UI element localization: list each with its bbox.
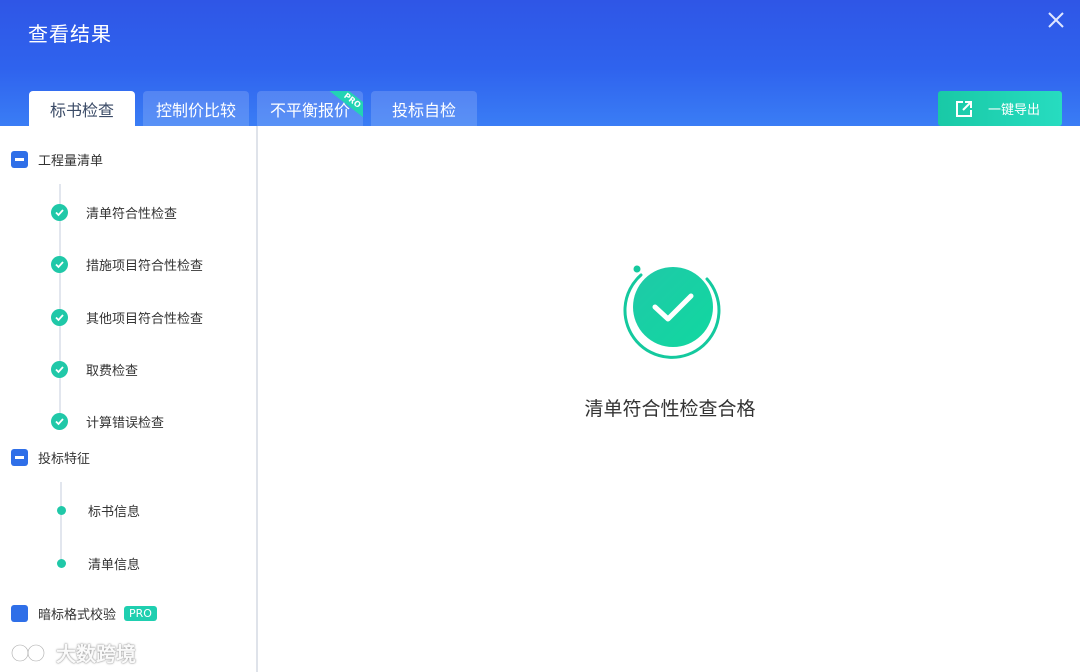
- collapse-icon[interactable]: [11, 151, 28, 168]
- check-circle-icon: [51, 204, 68, 221]
- tree-item[interactable]: 清单信息: [53, 554, 140, 573]
- dot-icon: [57, 559, 66, 568]
- check-circle-icon: [51, 361, 68, 378]
- group-label: 工程量清单: [38, 154, 104, 169]
- collapse-icon[interactable]: [11, 449, 28, 466]
- check-circle-icon: [51, 256, 68, 273]
- tree-item-label: 清单符合性检查: [86, 207, 178, 222]
- group-bid-features[interactable]: 投标特征: [11, 448, 90, 467]
- check-circle-icon: [51, 413, 68, 430]
- tree-item[interactable]: 清单符合性检查: [51, 203, 177, 222]
- tree-item-label: 措施项目符合性检查: [86, 259, 204, 274]
- checkbox-icon[interactable]: [11, 605, 28, 622]
- check-circle-icon: [51, 309, 68, 326]
- tab-unbalanced-quote[interactable]: 不平衡报价 PRO: [257, 91, 363, 126]
- tree-item[interactable]: 取费检查: [51, 360, 138, 379]
- export-icon: [956, 100, 972, 117]
- dot-icon: [57, 506, 66, 515]
- tree-item-label: 标书信息: [88, 505, 141, 520]
- tree-item[interactable]: 标书信息: [53, 501, 140, 520]
- tree-item[interactable]: 措施项目符合性检查: [51, 255, 203, 274]
- tab-control-price-compare[interactable]: 控制价比较: [143, 91, 249, 126]
- window-header: 查看结果 标书检查 控制价比较 不平衡报价 PRO 投标自检 一键导出: [0, 0, 1080, 126]
- tree-item-label: 其他项目符合性检查: [86, 312, 204, 327]
- tree-item-label: 清单信息: [88, 558, 141, 573]
- tab-label: 控制价比较: [155, 100, 236, 120]
- watermark-logo-icon: [10, 643, 46, 662]
- close-button[interactable]: [1042, 6, 1070, 34]
- window-title: 查看结果: [28, 22, 112, 46]
- tab-label: 不平衡报价: [269, 100, 350, 120]
- tab-label: 投标自检: [391, 100, 456, 120]
- watermark-text: 大数跨境: [56, 642, 136, 666]
- result-panel: 清单符合性检查合格: [260, 126, 1080, 672]
- group-label: 投标特征: [38, 452, 91, 467]
- tab-label: 标书检查: [49, 100, 114, 120]
- export-button[interactable]: 一键导出: [938, 91, 1062, 126]
- group-bill-of-quantities[interactable]: 工程量清单: [11, 150, 103, 169]
- result-message: 清单符合性检查合格: [584, 398, 756, 420]
- check-tree-sidebar: 工程量清单 清单符合性检查 措施项目符合性检查 其他项目符合性检查 取费检查 计…: [0, 126, 258, 672]
- tree-item[interactable]: 其他项目符合性检查: [51, 308, 203, 327]
- tree-item-label: 计算错误检查: [86, 416, 165, 431]
- group-label: 暗标格式校验: [38, 608, 117, 623]
- watermark: 大数跨境: [10, 638, 136, 667]
- tab-bid-self-check[interactable]: 投标自检: [371, 91, 477, 126]
- success-check-icon: [623, 265, 721, 359]
- tree-connector: [60, 482, 62, 562]
- close-icon: [1048, 12, 1064, 28]
- tree-item-label: 取费检查: [86, 364, 139, 379]
- tree-item[interactable]: 计算错误检查: [51, 412, 164, 431]
- tab-bid-check[interactable]: 标书检查: [29, 91, 135, 126]
- group-dark-bid-format[interactable]: 暗标格式校验 PRO: [11, 604, 157, 623]
- export-label: 一键导出: [988, 103, 1041, 118]
- pro-badge: PRO: [124, 606, 157, 621]
